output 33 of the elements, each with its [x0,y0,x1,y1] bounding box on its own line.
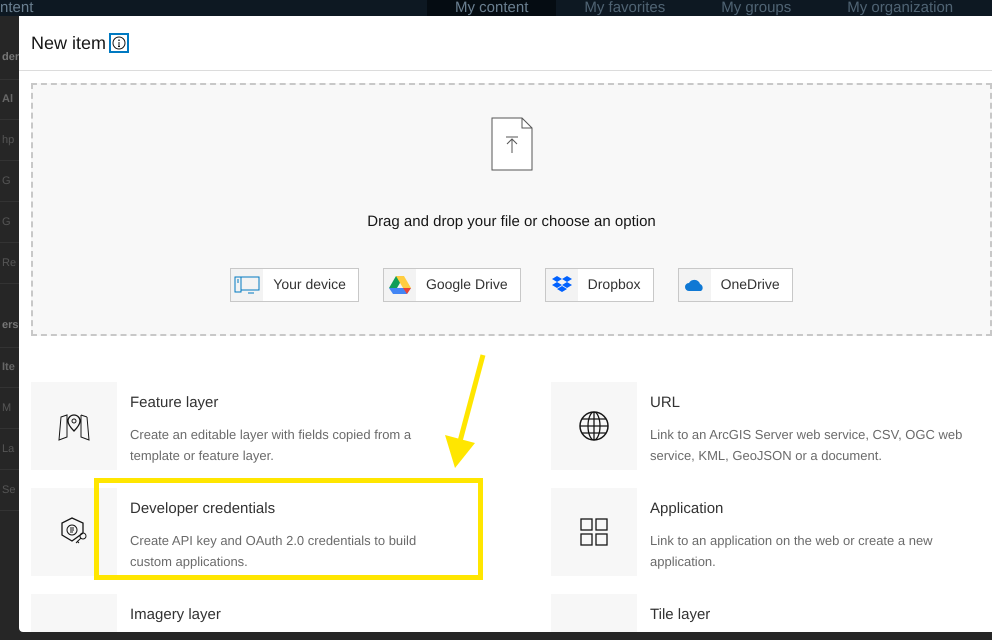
dropzone[interactable]: Drag and drop your file or choose an option Your device Google Drive Dropbox OneDrive [31,83,992,336]
background-text: Ite [1,360,15,376]
upload-source-button[interactable]: OneDrive [678,268,793,302]
item-type-description: Create an editable layer with fields copied from a template or feature layer. [130,426,412,465]
background-text: Al [1,92,13,108]
item-type-title[interactable]: Application [650,498,980,520]
item-type-title[interactable]: Developer credentials [130,498,478,520]
dialog-title: New item [31,32,106,54]
background-text: ers [1,318,19,334]
icon-tile[interactable] [551,382,637,470]
item-type-title[interactable]: URL [650,392,980,414]
upload-source-button[interactable]: Google Drive [382,268,521,302]
upload-source-button[interactable]: Your device [230,268,359,302]
item-type-title[interactable]: Imagery layer [130,604,221,626]
item-type-title[interactable]: Feature layer [130,392,460,414]
file-upload-icon [490,117,532,171]
upload-source-button[interactable]: Dropbox [544,268,654,302]
icon-tile[interactable] [31,382,117,470]
dropzone-prompt: Drag and drop your file or choose an option [367,212,656,232]
drive-logo-icon [388,274,411,294]
item-type-title[interactable]: Tile layer [650,604,710,626]
item-type-description: Create API key and OAuth 2.0 credentials to build custom applications. [130,532,418,571]
item-type-description: Link to an application on the web or create a new application. [650,532,934,571]
background-text: der [1,50,19,66]
nav-tab[interactable]: My content [427,0,556,16]
computer-icon [234,274,260,296]
item-type-description: Link to an ArcGIS Server web service, CSV, OGC web service, KML, GeoJSON or a document. [650,426,964,464]
info-icon[interactable] [109,33,130,53]
icon-tile[interactable] [551,488,637,576]
icon-tile[interactable] [31,488,117,576]
arrow-icon [443,353,487,468]
page-title: ntent [0,0,34,16]
dropbox-logo-icon [552,276,572,294]
